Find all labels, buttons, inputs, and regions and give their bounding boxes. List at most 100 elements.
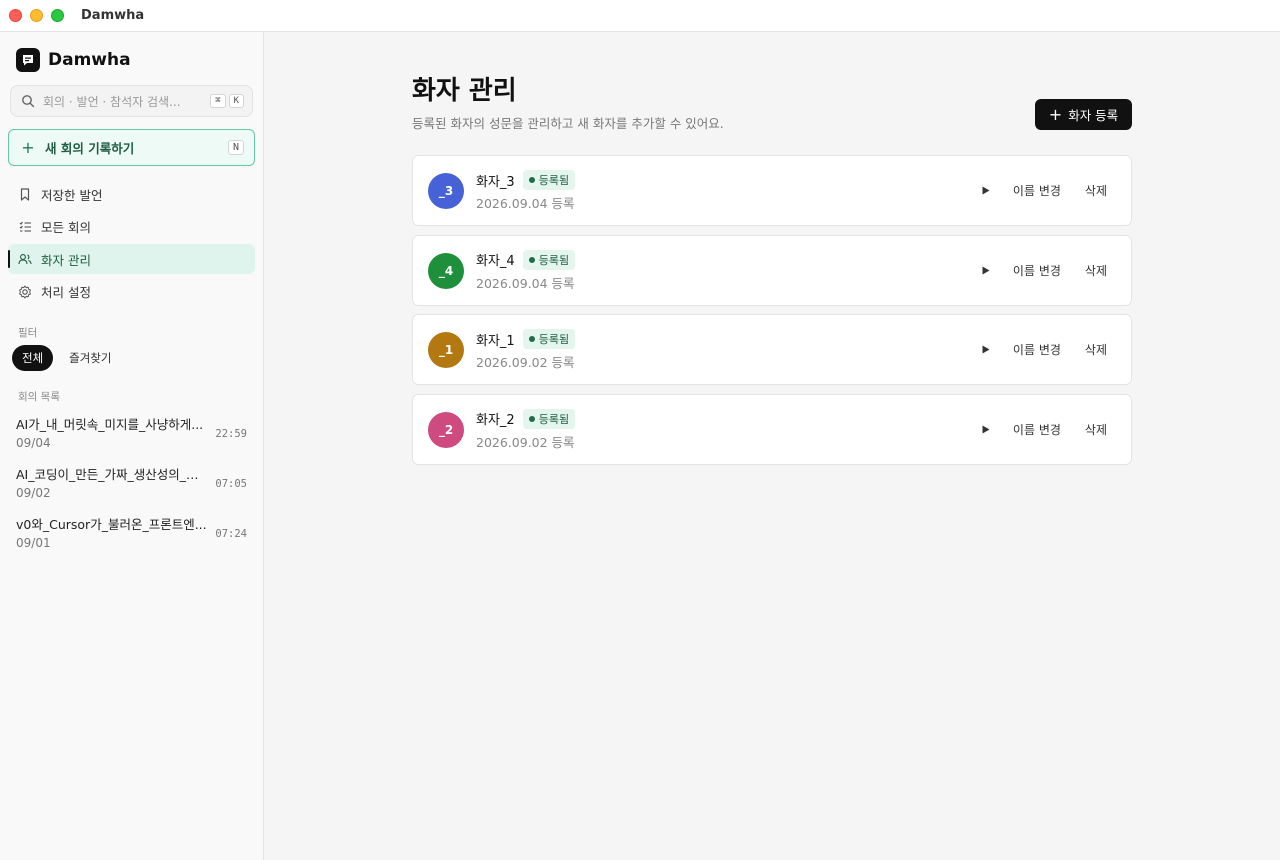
rename-button[interactable]: 이름 변경	[1003, 176, 1071, 205]
status-dot-icon	[528, 336, 535, 342]
sidebar-item-saved-remarks[interactable]: 저장한 발언	[8, 179, 255, 209]
shortcut-n-key: N	[227, 140, 244, 155]
shortcut-cmd-key: ⌘	[210, 94, 226, 108]
filter-chip-favorites[interactable]: 즐겨찾기	[59, 345, 121, 371]
filter-chip-all[interactable]: 전체	[12, 345, 54, 371]
sidebar-item-label: 화자 관리	[41, 252, 91, 268]
plus-icon: +	[21, 138, 35, 157]
status-label: 등록됨	[538, 253, 570, 267]
window-controls	[9, 9, 64, 22]
meeting-time: 07:05	[215, 478, 247, 490]
rename-button[interactable]: 이름 변경	[1003, 415, 1071, 444]
brand[interactable]: Damwha	[16, 48, 131, 72]
speaker-name: 화자_1	[476, 333, 515, 349]
avatar: _1	[428, 332, 464, 368]
delete-button[interactable]: 삭제	[1075, 415, 1117, 444]
play-sample-button[interactable]	[973, 416, 999, 442]
registered-date: 2026.09.02 등록	[476, 434, 575, 450]
status-label: 등록됨	[538, 174, 570, 187]
meeting-date: 09/02	[16, 486, 51, 500]
delete-button[interactable]: 삭제	[1075, 176, 1117, 205]
sidebar-nav: 저장한 발언 모든 회의 화자 관리 처리 설정	[8, 179, 255, 309]
plus-icon: +	[1048, 104, 1063, 124]
meeting-title: AI_코딩이_만든_가짜_생산성의_함정	[16, 467, 208, 482]
play-icon	[982, 425, 990, 433]
app-name: Damwha	[48, 50, 131, 70]
shortcut-k-key: K	[228, 94, 244, 108]
gear-icon	[18, 285, 32, 299]
speaker-card: _1 화자_1 등록됨 2026.09.02 등록 이름 변경 삭제	[412, 314, 1132, 385]
sidebar-item-processing-settings[interactable]: 처리 설정	[8, 277, 255, 307]
play-icon	[982, 345, 990, 354]
status-badge: 등록됨	[522, 170, 576, 190]
meeting-list-item[interactable]: AI가_내_머릿속_미지를_사냥하게... 09/04 22:59	[8, 408, 255, 458]
sidebar-item-speaker-management[interactable]: 화자 관리	[8, 244, 255, 274]
status-badge: 등록됨	[522, 408, 576, 429]
meeting-list-item[interactable]: v0와_Cursor가_불러온_프론트엔... 09/01 07:24	[8, 508, 255, 558]
sidebar-item-label: 모든 회의	[41, 220, 91, 235]
status-label: 등록됨	[538, 333, 570, 346]
speaker-card: _2 화자_2 등록됨 2026.09.02 등록 이름 변경 삭제	[412, 393, 1132, 465]
registered-date: 2026.09.02 등록	[476, 355, 575, 370]
search-placeholder: 회의 · 발언 · 참석자 검색...	[43, 94, 181, 109]
meeting-date: 09/04	[16, 436, 51, 450]
minimize-window-button[interactable]	[30, 9, 43, 22]
meeting-list: AI가_내_머릿속_미지를_사냥하게... 09/04 22:59 AI_코딩이…	[8, 408, 255, 558]
meeting-title: AI가_내_머릿속_미지를_사냥하게...	[16, 417, 204, 432]
status-badge: 등록됨	[522, 249, 576, 270]
bookmark-icon	[18, 187, 32, 201]
speaker-name: 화자_2	[476, 413, 515, 428]
sidebar-item-label: 처리 설정	[41, 285, 91, 300]
speaker-card: _4 화자_4 등록됨 2026.09.04 등록 이름 변경 삭제	[412, 234, 1132, 306]
meetings-section-label: 회의 목록	[18, 391, 60, 403]
search-icon	[22, 95, 35, 108]
status-dot-icon	[528, 415, 535, 422]
status-badge: 등록됨	[522, 329, 576, 349]
sidebar: Damwha 회의 · 발언 · 참석자 검색... ⌘ K + 새 회의 기록…	[0, 32, 264, 860]
registered-date: 2026.09.04 등록	[476, 196, 575, 211]
play-sample-button[interactable]	[973, 178, 999, 204]
delete-button[interactable]: 삭제	[1075, 335, 1117, 364]
main-content: 화자 관리 등록된 화자의 성문을 관리하고 새 화자를 추가할 수 있어요. …	[265, 32, 1280, 860]
speaker-card: _3 화자_3 등록됨 2026.09.04 등록 이름 변경 삭제	[412, 155, 1132, 226]
status-label: 등록됨	[538, 412, 570, 426]
delete-button[interactable]: 삭제	[1075, 256, 1117, 285]
meeting-time: 07:24	[215, 528, 247, 540]
registered-date: 2026.09.04 등록	[476, 275, 575, 291]
new-meeting-label: 새 회의 기록하기	[45, 141, 135, 156]
page-title: 화자 관리	[412, 76, 517, 106]
window-titlebar: Damwha	[0, 0, 1280, 32]
filter-section-label: 필터	[18, 327, 38, 339]
window-title: Damwha	[81, 8, 145, 23]
maximize-window-button[interactable]	[51, 9, 64, 22]
play-sample-button[interactable]	[973, 337, 999, 363]
play-icon	[982, 186, 990, 195]
page-subtitle: 등록된 화자의 성문을 관리하고 새 화자를 추가할 수 있어요.	[412, 116, 724, 131]
avatar: _3	[428, 173, 464, 209]
speaker-name: 화자_3	[476, 174, 515, 190]
meeting-list-item[interactable]: AI_코딩이_만든_가짜_생산성의_함정 09/02 07:05	[8, 458, 255, 508]
speaker-list: _3 화자_3 등록됨 2026.09.04 등록 이름 변경 삭제 _4 화자…	[412, 155, 1132, 473]
rename-button[interactable]: 이름 변경	[1003, 335, 1071, 364]
play-sample-button[interactable]	[973, 257, 999, 283]
sidebar-item-label: 저장한 발언	[41, 187, 103, 203]
rename-button[interactable]: 이름 변경	[1003, 256, 1071, 285]
checklist-icon	[18, 220, 32, 234]
search-input[interactable]: 회의 · 발언 · 참석자 검색... ⌘ K	[10, 85, 253, 117]
status-dot-icon	[528, 256, 535, 263]
meeting-date: 09/01	[16, 536, 51, 550]
close-window-button[interactable]	[9, 9, 22, 22]
app-logo-icon	[16, 48, 40, 72]
add-speaker-button[interactable]: + 화자 등록	[1035, 99, 1132, 130]
meeting-title: v0와_Cursor가_불러온_프론트엔...	[16, 517, 207, 532]
new-meeting-button[interactable]: + 새 회의 기록하기 N	[8, 129, 255, 166]
play-icon	[982, 266, 990, 274]
sidebar-item-all-meetings[interactable]: 모든 회의	[8, 212, 255, 242]
avatar: _2	[428, 411, 464, 448]
avatar: _4	[428, 252, 464, 289]
add-speaker-label: 화자 등록	[1068, 108, 1119, 123]
speaker-name: 화자_4	[476, 254, 515, 269]
status-dot-icon	[528, 177, 535, 183]
filter-chips: 전체 즐겨찾기	[12, 345, 122, 371]
meeting-time: 22:59	[215, 428, 247, 440]
